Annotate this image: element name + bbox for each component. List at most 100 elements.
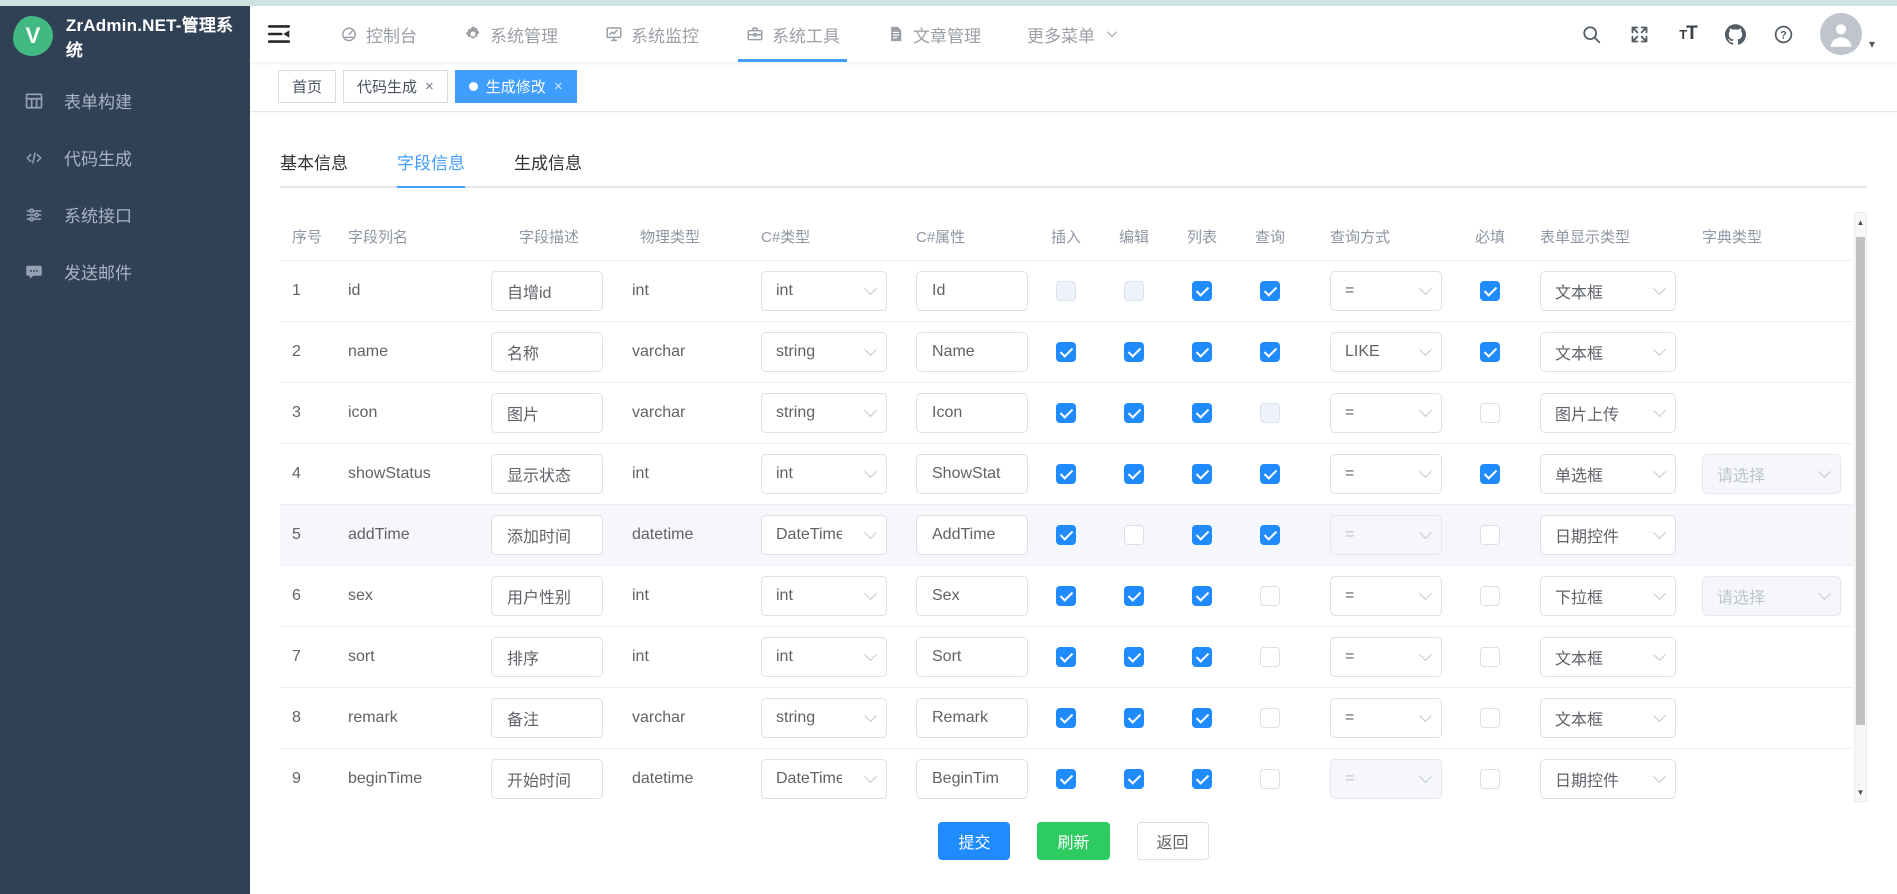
field-desc-input[interactable]: 排序 bbox=[491, 637, 603, 677]
nav-menu-系统工具[interactable]: 系统工具 bbox=[722, 6, 863, 62]
display-type-select[interactable]: 图片上传 bbox=[1540, 393, 1676, 433]
cs-type-select[interactable]: string bbox=[761, 393, 887, 433]
query-mode-select[interactable]: = bbox=[1330, 271, 1442, 311]
field-desc-input[interactable]: 显示状态 bbox=[491, 454, 603, 494]
cs-prop-input[interactable]: Remark bbox=[916, 698, 1028, 738]
cs-type-select[interactable]: int bbox=[761, 637, 887, 677]
nav-menu-更多菜单[interactable]: 更多菜单 bbox=[1004, 6, 1145, 62]
cs-prop-input[interactable]: Sex bbox=[916, 576, 1028, 616]
required-checkbox-checked[interactable] bbox=[1480, 342, 1500, 362]
fullscreen-icon[interactable] bbox=[1628, 22, 1652, 46]
query-checkbox-checked[interactable] bbox=[1260, 525, 1280, 545]
edit-checkbox-checked[interactable] bbox=[1124, 342, 1144, 362]
list-checkbox-checked[interactable] bbox=[1192, 647, 1212, 667]
query-checkbox-unchecked[interactable] bbox=[1260, 647, 1280, 667]
list-checkbox-checked[interactable] bbox=[1192, 525, 1212, 545]
field-desc-input[interactable]: 用户性别 bbox=[491, 576, 603, 616]
cs-type-select[interactable]: string bbox=[761, 698, 887, 738]
cs-prop-input[interactable]: ShowStat bbox=[916, 454, 1028, 494]
query-mode-select[interactable]: = bbox=[1330, 393, 1442, 433]
display-type-select[interactable]: 文本框 bbox=[1540, 332, 1676, 372]
tag-首页[interactable]: 首页 bbox=[278, 70, 336, 103]
tag-close-icon[interactable]: × bbox=[425, 79, 434, 94]
display-type-select[interactable]: 文本框 bbox=[1540, 271, 1676, 311]
刷新-button[interactable]: 刷新 bbox=[1037, 822, 1109, 860]
query-mode-select[interactable]: = bbox=[1330, 637, 1442, 677]
insert-checkbox-checked[interactable] bbox=[1056, 769, 1076, 789]
nav-menu-系统管理[interactable]: 系统管理 bbox=[440, 6, 581, 62]
sidebar-item-表单构建[interactable]: 表单构建 bbox=[0, 72, 250, 129]
nav-menu-文章管理[interactable]: 文章管理 bbox=[863, 6, 1004, 62]
github-icon[interactable] bbox=[1724, 22, 1748, 46]
edit-checkbox-checked[interactable] bbox=[1124, 464, 1144, 484]
field-desc-input[interactable]: 添加时间 bbox=[491, 515, 603, 555]
sidebar-item-发送邮件[interactable]: 发送邮件 bbox=[0, 243, 250, 300]
insert-checkbox-checked[interactable] bbox=[1056, 464, 1076, 484]
required-checkbox-unchecked[interactable] bbox=[1480, 403, 1500, 423]
tab-字段信息[interactable]: 字段信息 bbox=[397, 136, 465, 186]
tab-基本信息[interactable]: 基本信息 bbox=[280, 136, 348, 186]
user-avatar-dropdown[interactable]: ▾ bbox=[1820, 13, 1875, 55]
cs-prop-input[interactable]: Id bbox=[916, 271, 1028, 311]
display-type-select[interactable]: 文本框 bbox=[1540, 698, 1676, 738]
list-checkbox-checked[interactable] bbox=[1192, 281, 1212, 301]
search-icon[interactable] bbox=[1580, 22, 1604, 46]
cs-prop-input[interactable]: AddTime bbox=[916, 515, 1028, 555]
cs-type-select[interactable]: string bbox=[761, 332, 887, 372]
query-checkbox-unchecked[interactable] bbox=[1260, 769, 1280, 789]
field-desc-input[interactable]: 名称 bbox=[491, 332, 603, 372]
list-checkbox-checked[interactable] bbox=[1192, 769, 1212, 789]
display-type-select[interactable]: 文本框 bbox=[1540, 637, 1676, 677]
insert-checkbox-checked[interactable] bbox=[1056, 586, 1076, 606]
query-checkbox-checked[interactable] bbox=[1260, 342, 1280, 362]
query-checkbox-unchecked[interactable] bbox=[1260, 708, 1280, 728]
cs-prop-input[interactable]: Sort bbox=[916, 637, 1028, 677]
list-checkbox-checked[interactable] bbox=[1192, 464, 1212, 484]
cs-type-select[interactable]: DateTime bbox=[761, 515, 887, 555]
scrollbar-thumb[interactable] bbox=[1856, 237, 1865, 725]
cs-type-select[interactable]: int bbox=[761, 271, 887, 311]
list-checkbox-checked[interactable] bbox=[1192, 586, 1212, 606]
edit-checkbox-checked[interactable] bbox=[1124, 769, 1144, 789]
field-desc-input[interactable]: 备注 bbox=[491, 698, 603, 738]
app-logo[interactable]: V ZrAdmin.NET-管理系统 bbox=[0, 6, 250, 66]
list-checkbox-checked[interactable] bbox=[1192, 342, 1212, 362]
cs-prop-input[interactable]: Icon bbox=[916, 393, 1028, 433]
list-checkbox-checked[interactable] bbox=[1192, 708, 1212, 728]
required-checkbox-checked[interactable] bbox=[1480, 464, 1500, 484]
tag-代码生成[interactable]: 代码生成× bbox=[343, 70, 448, 103]
sidebar-item-系统接口[interactable]: 系统接口 bbox=[0, 186, 250, 243]
edit-checkbox-checked[interactable] bbox=[1124, 586, 1144, 606]
cs-prop-input[interactable]: BeginTim bbox=[916, 759, 1028, 799]
edit-checkbox-checked[interactable] bbox=[1124, 647, 1144, 667]
tab-生成信息[interactable]: 生成信息 bbox=[514, 136, 582, 186]
field-desc-input[interactable]: 自增id bbox=[491, 271, 603, 311]
insert-checkbox-checked[interactable] bbox=[1056, 342, 1076, 362]
required-checkbox-unchecked[interactable] bbox=[1480, 647, 1500, 667]
insert-checkbox-checked[interactable] bbox=[1056, 647, 1076, 667]
required-checkbox-unchecked[interactable] bbox=[1480, 708, 1500, 728]
sidebar-item-代码生成[interactable]: 代码生成 bbox=[0, 129, 250, 186]
field-desc-input[interactable]: 图片 bbox=[491, 393, 603, 433]
field-desc-input[interactable]: 开始时间 bbox=[491, 759, 603, 799]
nav-menu-系统监控[interactable]: 系统监控 bbox=[581, 6, 722, 62]
table-scrollbar[interactable]: ▲ ▼ bbox=[1854, 212, 1867, 802]
required-checkbox-unchecked[interactable] bbox=[1480, 769, 1500, 789]
query-mode-select[interactable]: = bbox=[1330, 454, 1442, 494]
edit-checkbox-checked[interactable] bbox=[1124, 403, 1144, 423]
insert-checkbox-checked[interactable] bbox=[1056, 525, 1076, 545]
query-mode-select[interactable]: LIKE bbox=[1330, 332, 1442, 372]
nav-menu-控制台[interactable]: 控制台 bbox=[316, 6, 440, 62]
tag-生成修改[interactable]: 生成修改× bbox=[455, 70, 577, 103]
hamburger-icon[interactable] bbox=[266, 16, 292, 52]
edit-checkbox-unchecked[interactable] bbox=[1124, 525, 1144, 545]
提交-button[interactable]: 提交 bbox=[938, 822, 1010, 860]
返回-button[interactable]: 返回 bbox=[1137, 822, 1209, 860]
display-type-select[interactable]: 日期控件 bbox=[1540, 759, 1676, 799]
cs-type-select[interactable]: int bbox=[761, 576, 887, 616]
required-checkbox-unchecked[interactable] bbox=[1480, 586, 1500, 606]
query-mode-select[interactable]: = bbox=[1330, 698, 1442, 738]
query-checkbox-checked[interactable] bbox=[1260, 464, 1280, 484]
query-checkbox-checked[interactable] bbox=[1260, 281, 1280, 301]
edit-checkbox-checked[interactable] bbox=[1124, 708, 1144, 728]
